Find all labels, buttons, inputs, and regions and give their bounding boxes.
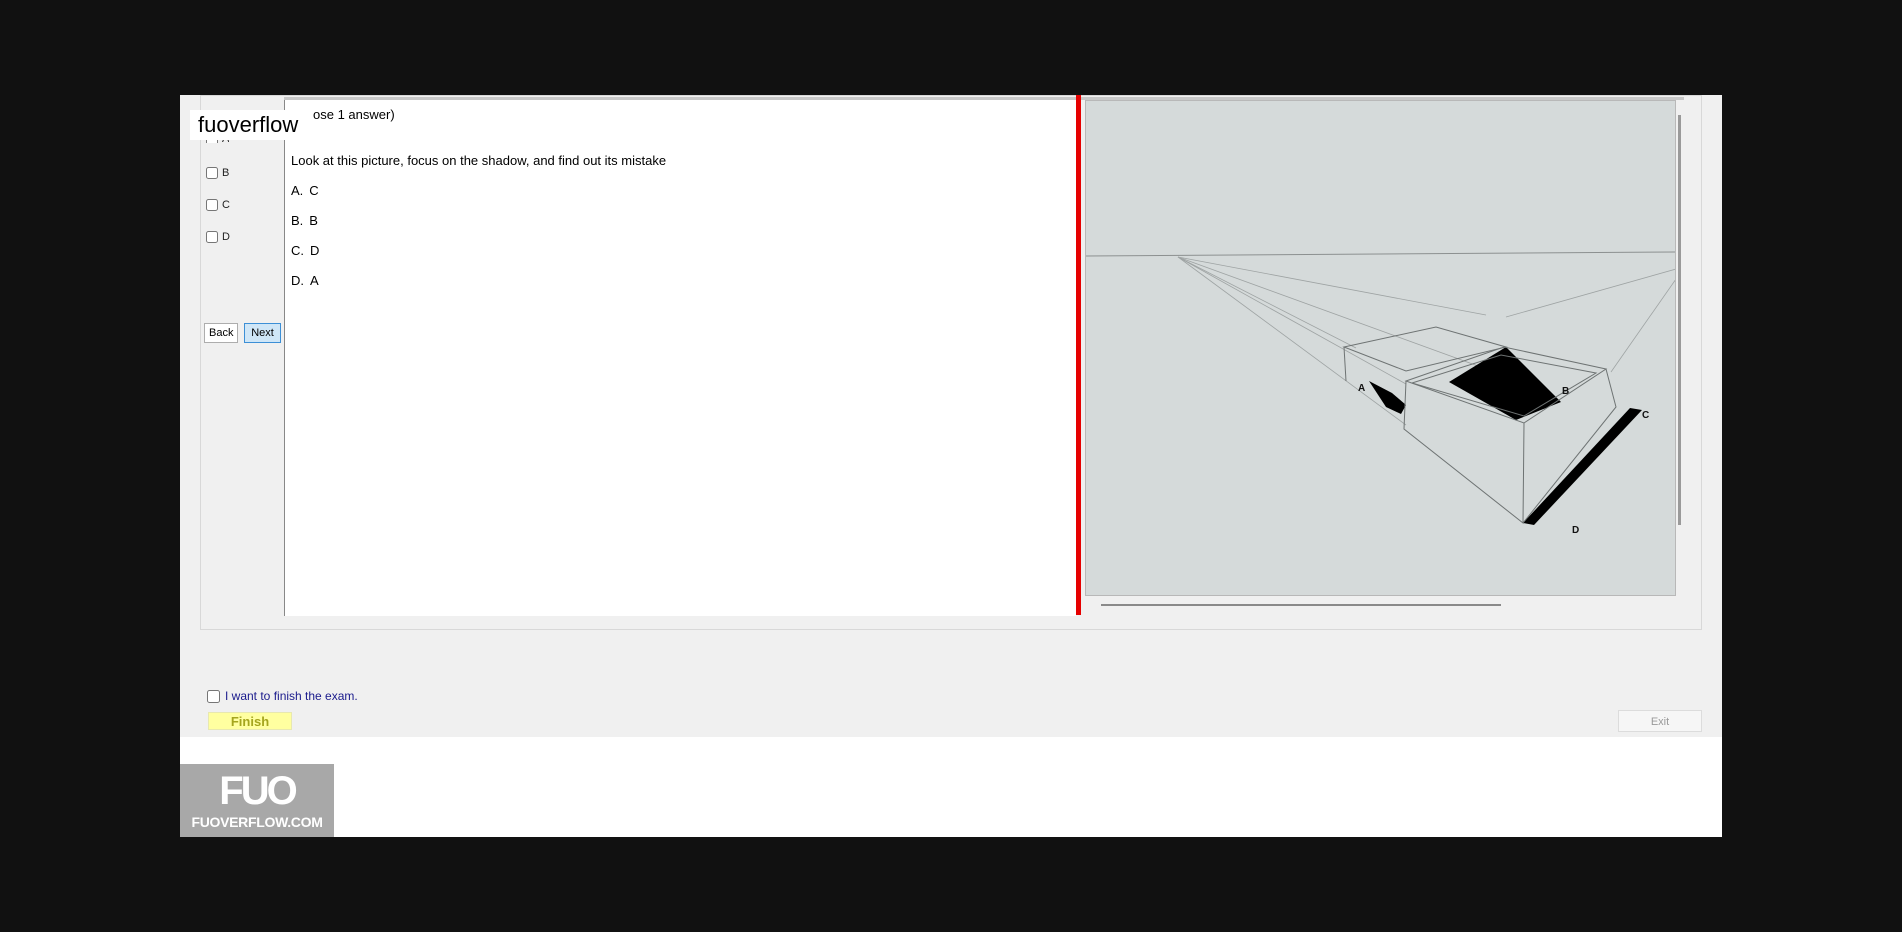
option-d-checkbox[interactable] — [206, 231, 218, 243]
exam-window: A B C D Back Next ose 1 answer) Look at … — [180, 95, 1722, 737]
figure-label-d: D — [1572, 525, 1579, 536]
finish-confirm[interactable]: I want to finish the exam. — [207, 689, 358, 703]
figure-label-b: B — [1562, 386, 1569, 397]
answer-item: A. C — [291, 183, 319, 198]
finish-confirm-checkbox[interactable] — [207, 689, 220, 703]
option-d-row[interactable]: D — [206, 229, 230, 245]
watermark-label: fuoverflow — [190, 110, 307, 140]
question-image: A B C D — [1085, 100, 1676, 596]
option-c-row[interactable]: C — [206, 197, 230, 213]
pane-splitter[interactable] — [1076, 95, 1081, 615]
answer-key: C. — [291, 243, 304, 258]
option-b-checkbox[interactable] — [206, 167, 218, 179]
answer-sidebar: A B C D Back Next — [180, 95, 284, 630]
answer-value: C — [309, 183, 319, 198]
perspective-box-drawing: A B C D — [1086, 101, 1675, 595]
question-header: ose 1 answer) — [313, 107, 395, 122]
answer-value: B — [309, 213, 318, 228]
finish-confirm-label: I want to finish the exam. — [225, 689, 358, 703]
logo-site-name: FUOVERFLOW.COM — [191, 814, 323, 830]
answer-key: B. — [291, 213, 304, 228]
figure-label-a: A — [1358, 383, 1365, 394]
answer-key: D. — [291, 273, 304, 288]
answer-value: A — [310, 273, 319, 288]
figure-label-c: C — [1642, 410, 1649, 421]
answer-item: C. D — [291, 243, 319, 258]
back-button[interactable]: Back — [204, 323, 238, 343]
question-pane: ose 1 answer) Look at this picture, focu… — [284, 100, 1076, 616]
image-pane: A B C D — [1082, 100, 1682, 616]
image-horizontal-scrollbar[interactable] — [1101, 604, 1501, 606]
logo-mark: FUO — [219, 769, 297, 813]
finish-button[interactable]: Finish — [208, 712, 292, 730]
answer-item: B. B — [291, 213, 318, 228]
option-b-row[interactable]: B — [206, 165, 229, 181]
option-d-label: D — [222, 231, 230, 243]
option-c-checkbox[interactable] — [206, 199, 218, 211]
next-button[interactable]: Next — [244, 323, 281, 343]
answer-key: A. — [291, 183, 304, 198]
answer-item: D. A — [291, 273, 319, 288]
exit-button[interactable]: Exit — [1618, 710, 1702, 732]
answer-value: D — [310, 243, 320, 258]
site-logo: FUO FUOVERFLOW.COM — [180, 764, 334, 837]
footer-area — [180, 737, 1722, 837]
question-text: Look at this picture, focus on the shado… — [291, 153, 667, 168]
image-vertical-scrollbar[interactable] — [1678, 115, 1681, 525]
option-c-label: C — [222, 199, 230, 211]
option-b-label: B — [222, 167, 230, 179]
